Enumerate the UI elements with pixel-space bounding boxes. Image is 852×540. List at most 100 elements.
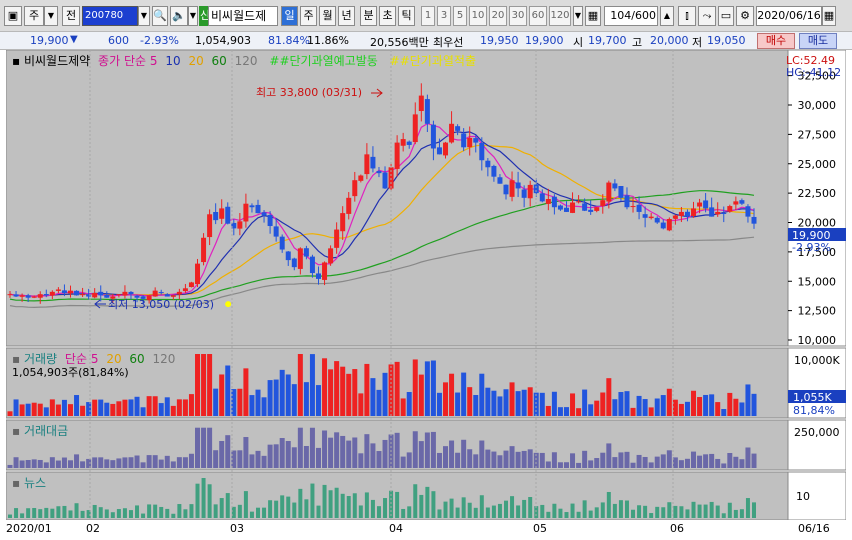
interval-10[interactable]: 10 <box>469 6 487 26</box>
news-bar <box>522 499 527 518</box>
amount-bar <box>418 441 424 468</box>
candle-body <box>551 196 557 208</box>
period-tab-tick[interactable]: 틱 <box>398 6 415 26</box>
amount-bar <box>424 432 430 468</box>
news-bar <box>479 495 484 518</box>
interval-60[interactable]: 60 <box>529 6 547 26</box>
interval-5[interactable]: 5 <box>453 6 467 26</box>
amount-bar <box>666 450 672 468</box>
amount-bar <box>207 427 213 468</box>
menu-icon[interactable]: ▪ <box>12 54 20 68</box>
period-tab-minute[interactable]: 분 <box>360 6 377 26</box>
candle-body <box>164 294 170 297</box>
candle-body <box>7 294 13 296</box>
volume-bar <box>67 404 73 416</box>
amount-bar <box>67 460 73 468</box>
candle-body <box>188 282 194 288</box>
interval-dropdown-icon[interactable]: ▼ <box>573 6 583 26</box>
news-bar <box>558 508 563 518</box>
interval-20[interactable]: 20 <box>489 6 507 26</box>
candle-body <box>158 292 164 294</box>
speaker-icon[interactable]: 🔈 <box>170 6 188 26</box>
volume-bar <box>334 361 340 416</box>
amount-bar <box>515 451 521 468</box>
volume-bar <box>273 379 279 416</box>
news-bar <box>177 504 182 518</box>
period-tab-year[interactable]: 년 <box>338 6 355 26</box>
news-bar <box>116 509 121 518</box>
news-bar <box>376 506 381 518</box>
candle-icon[interactable]: ⫾ <box>678 6 696 26</box>
candle-body <box>630 206 636 208</box>
candle-body <box>31 296 37 298</box>
amount-bar <box>279 438 285 468</box>
candle-body <box>733 201 739 205</box>
interval-3[interactable]: 3 <box>437 6 451 26</box>
amount-menu-icon[interactable]: ▪ <box>12 424 20 438</box>
candle-body <box>443 142 449 156</box>
amount-bar <box>19 460 25 468</box>
news-bar <box>171 513 176 518</box>
search-icon[interactable]: 🔍 <box>152 6 168 26</box>
volume-bar <box>521 389 527 416</box>
volume-bar <box>364 363 370 416</box>
interval-30[interactable]: 30 <box>509 6 527 26</box>
stock-code-input[interactable]: 200780 <box>82 6 138 26</box>
market-select[interactable]: 주 <box>24 6 44 26</box>
gear-icon[interactable]: ⚙ <box>736 6 754 26</box>
market-dropdown-icon[interactable]: ▼ <box>44 6 58 26</box>
candle-body <box>582 203 588 211</box>
sell-button[interactable]: 매도 <box>799 33 837 49</box>
amount-bar <box>630 462 636 468</box>
news-bar <box>92 504 97 518</box>
period-tab-week[interactable]: 주 <box>300 6 317 26</box>
news-bar <box>304 499 309 518</box>
amount-bar <box>291 447 297 468</box>
open-price: 19,700 <box>588 34 627 47</box>
volume-bar <box>128 399 134 416</box>
volume-bar <box>684 401 690 416</box>
bar-count-spin-icon[interactable]: ▲ <box>660 6 674 26</box>
amount-bar <box>195 427 201 468</box>
chart-canvas[interactable]: 32,50030,00027,50025,00022,50020,00017,5… <box>5 49 847 521</box>
stock-name-field[interactable]: 비씨월드제 <box>208 6 278 26</box>
candle-body <box>424 99 430 124</box>
period-tab-month[interactable]: 월 <box>319 6 336 26</box>
amount-bar <box>297 427 303 468</box>
news-bar <box>485 507 490 518</box>
interval-120[interactable]: 120 <box>549 6 571 26</box>
volume-bar <box>594 400 600 416</box>
save-icon[interactable]: ▭ <box>718 6 734 26</box>
speaker-dropdown-icon[interactable]: ▼ <box>188 6 198 26</box>
amount-bar <box>570 453 576 468</box>
news-bar <box>703 504 708 518</box>
line-chart-icon[interactable]: ⤳ <box>698 6 716 26</box>
amount-bar <box>43 462 49 468</box>
date-field[interactable]: 2020/06/16 <box>756 6 822 26</box>
candle-body <box>684 211 690 217</box>
prefix-button[interactable]: 전 <box>62 6 80 26</box>
volume-bar <box>188 394 194 416</box>
volume-bar <box>624 391 630 416</box>
candle-body <box>219 208 225 219</box>
candle-body <box>751 216 757 224</box>
amount-bar <box>158 459 164 468</box>
buy-button[interactable]: 매수 <box>757 33 795 49</box>
news-bar <box>395 491 400 518</box>
max-annotation: 최고 33,800 (03/31) <box>256 86 362 99</box>
grid-icon[interactable]: ▦ <box>585 6 601 26</box>
news-bar <box>709 501 714 518</box>
news-menu-icon[interactable]: ▪ <box>12 476 20 490</box>
candle-body <box>297 248 303 269</box>
y-tick-label: 10,000 <box>798 334 837 347</box>
window-icon[interactable]: ▣ <box>4 6 22 26</box>
volume-bar <box>551 391 557 416</box>
bar-count-field[interactable]: 104/600 <box>604 6 658 26</box>
calendar-icon[interactable]: ▦ <box>822 6 836 26</box>
candle-body <box>515 182 521 189</box>
period-tab-day[interactable]: 일 <box>281 6 298 26</box>
interval-1[interactable]: 1 <box>421 6 435 26</box>
candle-body <box>243 203 249 222</box>
period-tab-second[interactable]: 초 <box>379 6 396 26</box>
code-dropdown-icon[interactable]: ▼ <box>138 6 150 26</box>
